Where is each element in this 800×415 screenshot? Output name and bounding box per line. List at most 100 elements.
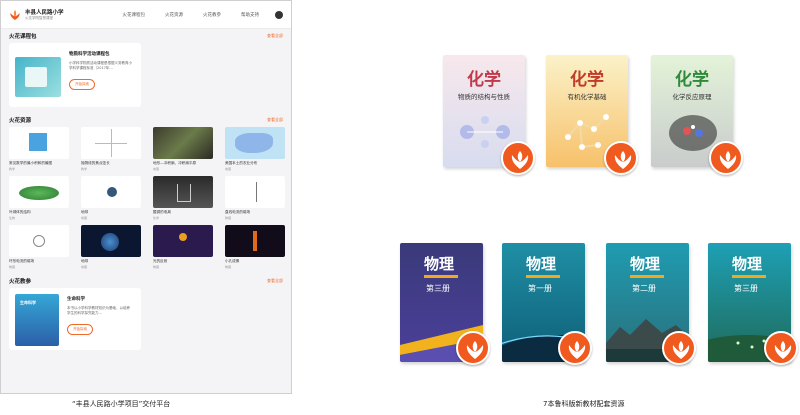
resource-title: 小孔成像: [225, 259, 240, 263]
resource-card[interactable]: 地球 地理: [81, 176, 141, 221]
resource-meta: 物理: [225, 265, 232, 269]
resource-thumbnail: [153, 176, 213, 208]
resource-thumbnail: [9, 176, 69, 208]
reference-card[interactable]: 生命科学 生命科学 本书以小学科学教材知识为基础，以培养学生的科学探究能力… 开…: [9, 288, 141, 350]
spark-badge-icon: [558, 331, 592, 365]
resource-grid: 常见数学的最小积和的最图 教学 抛物线的焦点弦长 教学 地形—冲积扇、冲积扇平原…: [1, 127, 291, 270]
resource-thumbnail: [9, 225, 69, 257]
resource-thumbnail: [153, 225, 213, 257]
spark-badge-icon: [662, 331, 696, 365]
spark-badge-icon: [764, 331, 798, 365]
book-title: 物理: [424, 255, 455, 273]
spark-badge-icon: [709, 141, 743, 175]
resource-title: 抛物线的焦点弦长: [81, 161, 110, 165]
resource-thumbnail: [81, 176, 141, 208]
book-subtitle: 第二册: [632, 284, 656, 293]
book-title: 化学: [675, 70, 709, 90]
package-cover-image: [15, 57, 61, 97]
resource-card[interactable]: 直线电流的磁场 物理: [225, 176, 285, 221]
resource-title: 地球: [81, 259, 89, 263]
nav-references[interactable]: 火花教参: [203, 12, 221, 18]
resource-meta: 物理: [153, 265, 160, 269]
nav-help[interactable]: 帮助支持: [241, 12, 259, 18]
packages-title: 火花课程包: [9, 34, 37, 40]
spark-badge-icon: [501, 141, 535, 175]
resources-header: 火花资源 查看全部: [1, 113, 291, 127]
resource-meta: 地理: [225, 167, 232, 171]
book-subtitle: 有机化学基础: [567, 93, 607, 101]
resource-title: 常见数学的最小积和的最图: [9, 161, 53, 165]
resources-see-all-link[interactable]: 查看全部: [267, 117, 283, 123]
spark-logo-icon[interactable]: [9, 9, 21, 21]
top-bar: 丰县人民路小学 火花学院智慧课堂 火花课程包 火花资源 火花教参 帮助支持: [1, 1, 291, 29]
reference-cover-title: 生命科学: [20, 300, 36, 305]
resource-title: 环形电流的磁场: [9, 259, 35, 263]
spark-badge-icon: [604, 141, 638, 175]
resource-meta: 地理: [81, 216, 88, 220]
resource-thumbnail: [153, 127, 213, 159]
book-subtitle: 化学反应原理: [672, 93, 712, 101]
resource-thumbnail: [9, 127, 69, 159]
school-subtitle: 火花学院智慧课堂: [25, 16, 53, 20]
packages-header: 火花课程包 查看全部: [1, 29, 291, 43]
reference-explore-button[interactable]: 开始探索: [67, 324, 93, 335]
resource-card[interactable]: 抛物线的焦点弦长 教学: [81, 127, 141, 172]
resource-card[interactable]: 酸铜的电离 化学: [153, 176, 213, 221]
reference-title: 生命科学: [67, 297, 85, 302]
book-subtitle: 第三册: [734, 284, 758, 293]
resource-card[interactable]: 叶绿体的结构 生物: [9, 176, 69, 221]
resource-card[interactable]: 地形—冲积扇、冲积扇平原 地理: [153, 127, 213, 172]
resource-card[interactable]: 光的反射 物理: [153, 225, 213, 270]
resource-title: 直线电流的磁场: [225, 210, 251, 214]
resource-title: 叶绿体的结构: [9, 210, 31, 214]
package-explore-button[interactable]: 开始探索: [69, 79, 95, 90]
platform-screenshot: 丰县人民路小学 火花学院智慧课堂 火花课程包 火花资源 火花教参 帮助支持 火花…: [0, 0, 292, 394]
resource-meta: 地理: [153, 167, 160, 171]
nav-resources[interactable]: 火花资源: [165, 12, 183, 18]
resource-meta: 教学: [81, 167, 88, 171]
resource-card[interactable]: 地球 地理: [81, 225, 141, 270]
resource-title: 酸铜的电离: [153, 210, 171, 214]
packages-see-all-link[interactable]: 查看全部: [267, 33, 283, 39]
book-subtitle: 第三册: [426, 284, 450, 293]
title-underline: [526, 275, 560, 278]
references-see-all-link[interactable]: 查看全部: [267, 278, 283, 284]
package-card[interactable]: 物质科学活动课程包 小学科学物质活动课程是根据义务教育小学科学课程标准（2017…: [9, 43, 141, 107]
brand: 丰县人民路小学 火花学院智慧课堂: [25, 8, 64, 21]
right-caption: 7本鲁科版新教材配套资源: [543, 400, 625, 408]
resource-meta: 教学: [9, 167, 16, 171]
resource-card[interactable]: 小孔成像 物理: [225, 225, 285, 270]
user-avatar-icon[interactable]: [275, 10, 283, 19]
resource-card[interactable]: 常见数学的最小积和的最图 教学: [9, 127, 69, 172]
resource-title: 光的反射: [153, 259, 168, 263]
title-underline: [424, 275, 458, 278]
package-title: 物质科学活动课程包: [69, 52, 110, 57]
book-subtitle: 第一册: [528, 284, 552, 293]
references-title: 火花教参: [9, 279, 32, 285]
book-title: 化学: [467, 70, 501, 90]
resource-title: 地形—冲积扇、冲积扇平原: [153, 161, 197, 165]
package-info: 物质科学活动课程包 小学科学物质活动课程是根据义务教育小学科学课程标准（2017…: [69, 49, 135, 101]
references-header: 火花教参 查看全部: [1, 274, 291, 288]
package-description: 小学科学物质活动课程是根据义务教育小学科学课程标准（2017年…: [69, 61, 132, 70]
reference-description: 本书以小学科学教材知识为基础，以培养学生的科学探究能力…: [67, 306, 130, 315]
title-underline: [732, 275, 766, 278]
resources-title: 火花资源: [9, 118, 32, 124]
nav-packages[interactable]: 火花课程包: [123, 12, 146, 18]
reference-cover-image: 生命科学: [15, 294, 59, 346]
resource-title: 美国本土的农业分布: [225, 161, 258, 165]
resource-thumbnail: [81, 225, 141, 257]
school-name: 丰县人民路小学: [25, 10, 64, 16]
resource-card[interactable]: 美国本土的农业分布 地理: [225, 127, 285, 172]
title-underline: [630, 275, 664, 278]
resource-card[interactable]: 环形电流的磁场 物理: [9, 225, 69, 270]
resource-meta: 生物: [9, 216, 16, 220]
reference-info: 生命科学 本书以小学科学教材知识为基础，以培养学生的科学探究能力… 开始探索: [67, 294, 133, 344]
main-nav: 火花课程包 火花资源 火花教参 帮助支持: [103, 10, 283, 19]
resource-thumbnail: [225, 176, 285, 208]
book-title: 物理: [526, 255, 557, 273]
resource-thumbnail: [225, 225, 285, 257]
resource-meta: 化学: [153, 216, 160, 220]
book-subtitle: 物质的结构与性质: [458, 93, 510, 101]
resource-meta: 地理: [81, 265, 88, 269]
